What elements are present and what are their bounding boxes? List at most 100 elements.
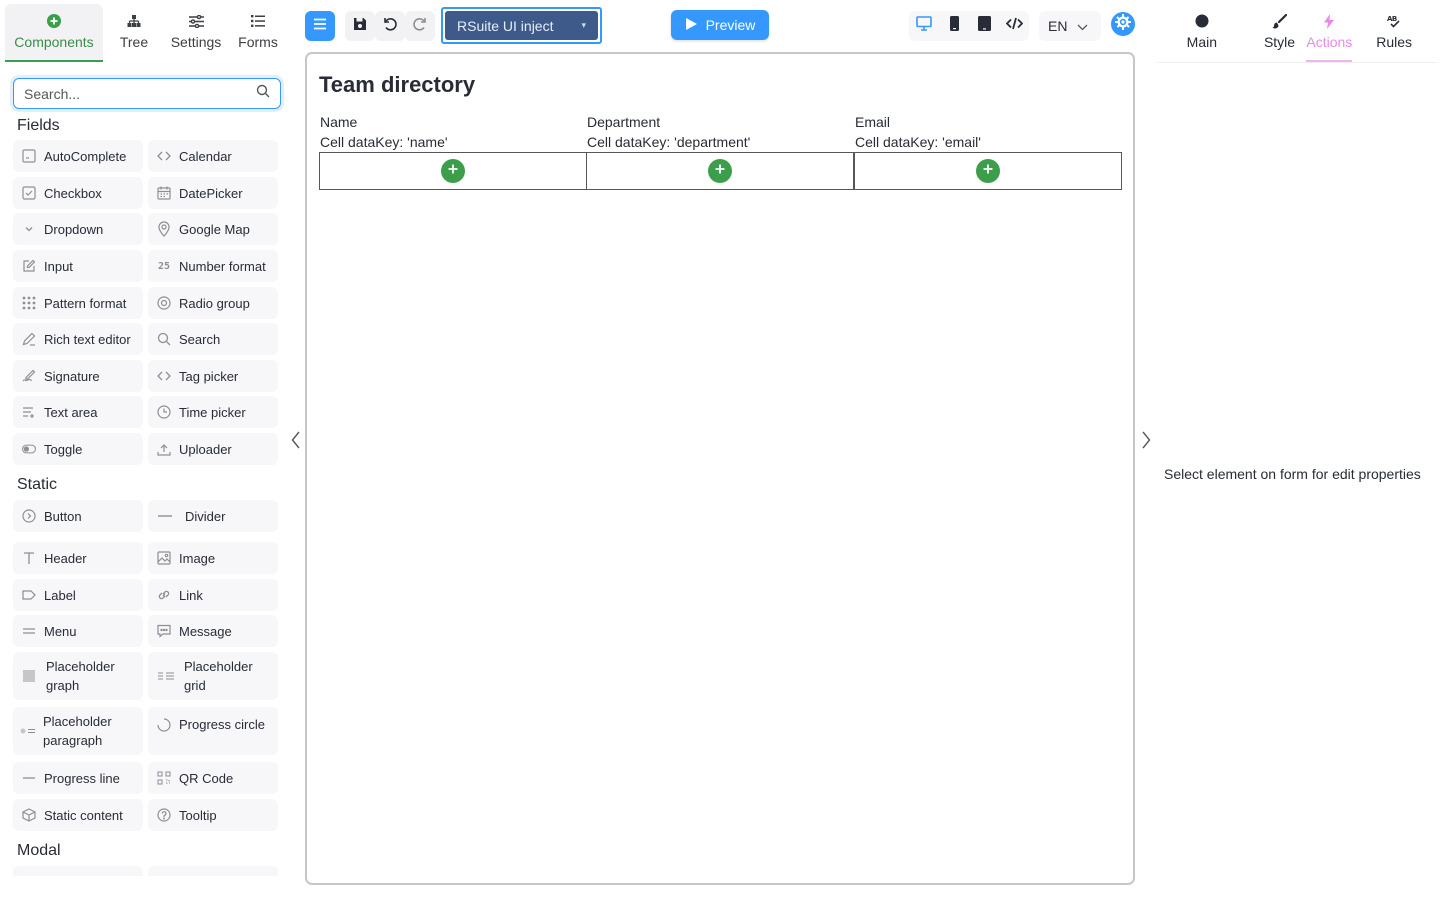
component-time-picker[interactable]: Time picker (148, 396, 278, 428)
code-view-button[interactable] (999, 11, 1029, 41)
component-signature[interactable]: Signature (13, 360, 143, 392)
tab-tree[interactable]: Tree (103, 4, 165, 62)
component-checkbox[interactable]: Checkbox (13, 177, 143, 209)
component-button[interactable]: Button (13, 500, 143, 532)
component-label: Progress circle (179, 717, 265, 732)
tab-main[interactable]: Main (1157, 4, 1247, 62)
help-circle-icon (157, 808, 171, 822)
component-placeholder-paragraph[interactable]: Placeholder paragraph (13, 707, 143, 755)
component-radio-group[interactable]: Radio group (148, 287, 278, 319)
tab-settings[interactable]: Settings (165, 4, 227, 62)
tab-label: Main (1186, 34, 1218, 50)
component-label: Toggle (44, 441, 83, 457)
component-divider[interactable]: Divider (148, 500, 278, 532)
component-link[interactable]: Link (148, 579, 278, 611)
component-menu[interactable]: Menu (13, 615, 143, 647)
component-label[interactable]: Label (13, 579, 143, 611)
component-modal-partial[interactable] (13, 866, 143, 876)
form-title[interactable]: Team directory (319, 72, 475, 98)
add-component-button[interactable] (976, 159, 1000, 183)
component-toggle[interactable]: Toggle (13, 433, 143, 465)
component-message[interactable]: Message (148, 615, 278, 647)
tab-forms[interactable]: Forms (227, 4, 289, 62)
component-text-area[interactable]: Text area (13, 396, 143, 428)
component-label: Uploader (179, 441, 232, 457)
component-search[interactable]: Search (148, 323, 278, 355)
collapse-right-panel-button[interactable] (1138, 431, 1154, 453)
component-calendar[interactable]: Calendar (148, 140, 278, 172)
component-autocomplete[interactable]: AutoComplete (13, 140, 143, 172)
component-rich-text-editor[interactable]: Rich text editor (13, 323, 143, 355)
component-uploader[interactable]: Uploader (148, 433, 278, 465)
component-label: Time picker (179, 404, 246, 420)
preview-label: Preview (705, 17, 756, 33)
component-label: Rich text editor (44, 331, 131, 347)
component-qr-code[interactable]: QR Code (148, 762, 278, 794)
button-icon (22, 509, 36, 523)
component-label: Message (179, 623, 232, 639)
component-number-format[interactable]: 25 Number format (148, 250, 278, 282)
component-label: Menu (44, 623, 77, 639)
component-modal-partial[interactable] (148, 866, 278, 876)
rules-icon: AB (1386, 13, 1402, 29)
undo-button[interactable] (375, 11, 405, 41)
undo-icon (382, 16, 398, 37)
component-label: Tooltip (179, 807, 217, 823)
tab-actions[interactable]: Actions (1306, 4, 1353, 62)
radio-icon (157, 296, 171, 310)
plus-icon (982, 162, 994, 180)
component-header[interactable]: Header (13, 542, 143, 574)
column-header: Name (320, 114, 358, 130)
tab-components[interactable]: Components (5, 4, 103, 62)
component-progress-line[interactable]: Progress line (13, 762, 143, 794)
drop-zone[interactable] (854, 152, 1122, 190)
search-input[interactable] (24, 85, 256, 102)
add-component-button[interactable] (441, 159, 465, 183)
gear-icon (1114, 13, 1132, 36)
tablet-view-button[interactable] (969, 11, 999, 41)
theme-select-focus-ring: RSuite UI inject ▾ (441, 7, 602, 44)
drop-zone[interactable] (586, 152, 854, 190)
redo-button[interactable] (405, 11, 435, 41)
table-column-name[interactable]: Name Cell dataKey: 'name' (319, 112, 587, 190)
theme-settings-button[interactable] (1111, 12, 1135, 36)
component-placeholder-graph[interactable]: Placeholder graph (13, 652, 143, 700)
menu-button[interactable] (305, 11, 335, 41)
table-column-email[interactable]: Email Cell dataKey: 'email' (854, 112, 1122, 190)
drop-zone[interactable] (319, 152, 587, 190)
component-image[interactable]: Image (148, 542, 278, 574)
component-tag-picker[interactable]: Tag picker (148, 360, 278, 392)
component-tooltip[interactable]: Tooltip (148, 799, 278, 831)
theme-select[interactable]: RSuite UI inject ▾ (445, 11, 598, 40)
add-component-button[interactable] (708, 159, 732, 183)
component-placeholder-grid[interactable]: Placeholder grid (148, 652, 278, 700)
component-dropdown[interactable]: Dropdown (13, 213, 143, 245)
tab-rules[interactable]: AB Rules (1352, 4, 1436, 62)
component-datepicker[interactable]: DatePicker (148, 177, 278, 209)
left-tab-bar: Components Tree Settings Forms (5, 4, 289, 62)
component-label: Button (44, 508, 82, 524)
form-canvas[interactable]: Team directory Name Cell dataKey: 'name'… (305, 52, 1135, 885)
component-label: Radio group (179, 295, 250, 311)
language-select[interactable]: EN (1039, 11, 1101, 41)
search-icon (157, 332, 171, 346)
search-icon[interactable] (256, 84, 270, 103)
save-button[interactable] (345, 11, 375, 41)
collapse-left-panel-button[interactable] (288, 431, 304, 453)
desktop-view-button[interactable] (909, 11, 939, 41)
play-icon (685, 17, 698, 34)
table-column-department[interactable]: Department Cell dataKey: 'department' (586, 112, 854, 190)
phone-view-button[interactable] (939, 11, 969, 41)
svg-text:AB: AB (1387, 15, 1397, 23)
clock-icon (157, 405, 171, 419)
component-input[interactable]: Input (13, 250, 143, 282)
component-pattern-format[interactable]: Pattern format (13, 287, 143, 319)
component-label: Checkbox (44, 185, 102, 201)
tab-style[interactable]: Style (1249, 4, 1311, 62)
search-field[interactable] (13, 78, 281, 109)
component-google-map[interactable]: Google Map (148, 213, 278, 245)
component-static-content[interactable]: Static content (13, 799, 143, 831)
component-progress-circle[interactable]: Progress circle (148, 707, 278, 755)
menu-lines-icon (22, 624, 36, 638)
preview-button[interactable]: Preview (671, 10, 769, 40)
